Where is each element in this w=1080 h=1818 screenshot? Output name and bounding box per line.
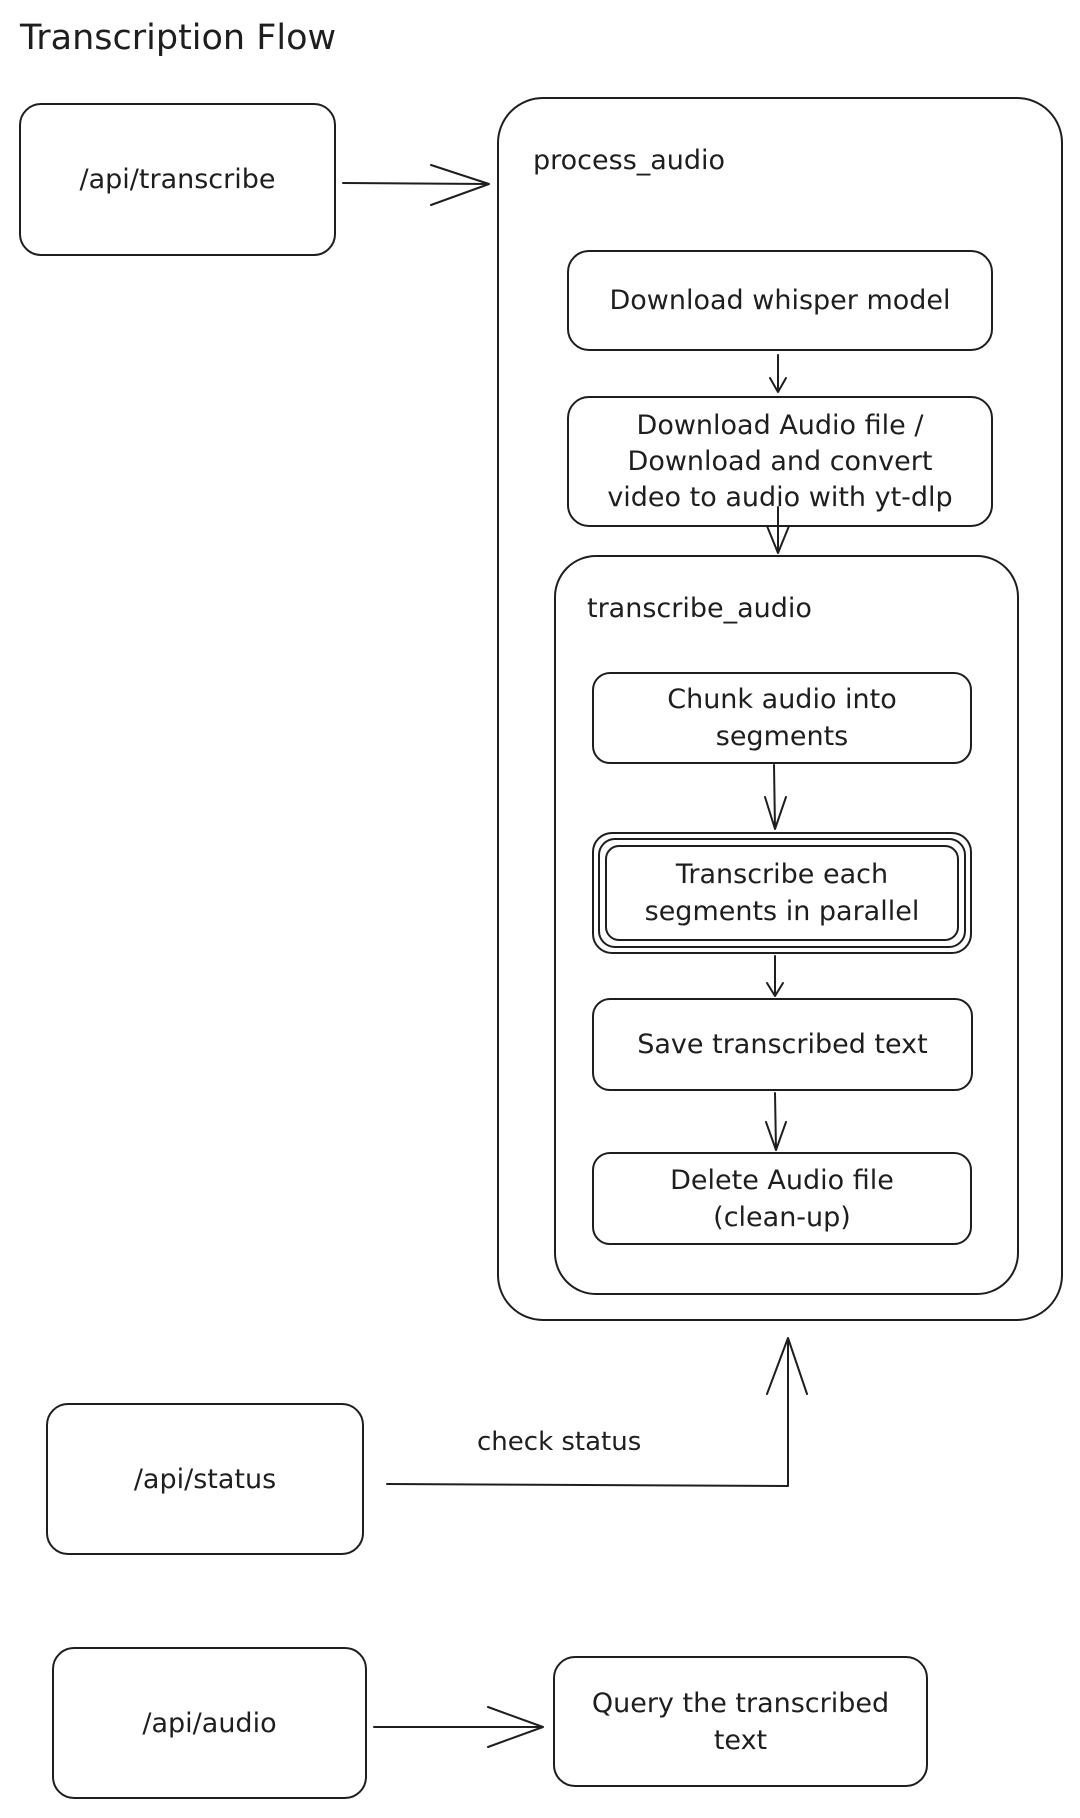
endpoint-status-label: /api/status (133, 1463, 277, 1495)
endpoint-audio-box: /api/audio (52, 1647, 367, 1799)
delete-audio-file-box: Delete Audio file (clean-up) (592, 1152, 972, 1245)
arrow-audio-to-query (373, 1706, 544, 1748)
download-whisper-model-label: Download whisper model (609, 285, 951, 316)
endpoint-status-box: /api/status (46, 1403, 364, 1555)
query-transcribed-text-label: Query the transcribed text (591, 1687, 890, 1756)
save-transcribed-text-label: Save transcribed text (637, 1029, 928, 1060)
check-status-label: check status (477, 1427, 642, 1457)
endpoint-transcribe-label: /api/transcribe (79, 164, 276, 195)
save-transcribed-text-box: Save transcribed text (592, 998, 973, 1091)
transcribe-parallel-label: Transcribe each segments in parallel (644, 859, 920, 927)
transcribe-parallel-box: Transcribe each segments in parallel (592, 832, 972, 954)
endpoint-audio-label: /api/audio (142, 1707, 277, 1739)
delete-audio-file-label: Delete Audio file (clean-up) (670, 1164, 894, 1233)
endpoint-transcribe-box: /api/transcribe (19, 103, 336, 256)
chunk-audio-box: Chunk audio into segments (592, 672, 972, 764)
download-whisper-model-box: Download whisper model (567, 250, 993, 351)
chunk-audio-label: Chunk audio into segments (667, 684, 897, 752)
transcribe-audio-label: transcribe_audio (587, 593, 812, 624)
download-audio-label: Download Audio file / Download and conve… (607, 409, 953, 513)
process-audio-label: process_audio (533, 145, 726, 176)
arrow-transcribe-to-process (342, 164, 490, 206)
query-transcribed-text-box: Query the transcribed text (553, 1656, 928, 1787)
arrow-status-to-process (386, 1337, 808, 1487)
download-audio-box: Download Audio file / Download and conve… (567, 396, 993, 527)
